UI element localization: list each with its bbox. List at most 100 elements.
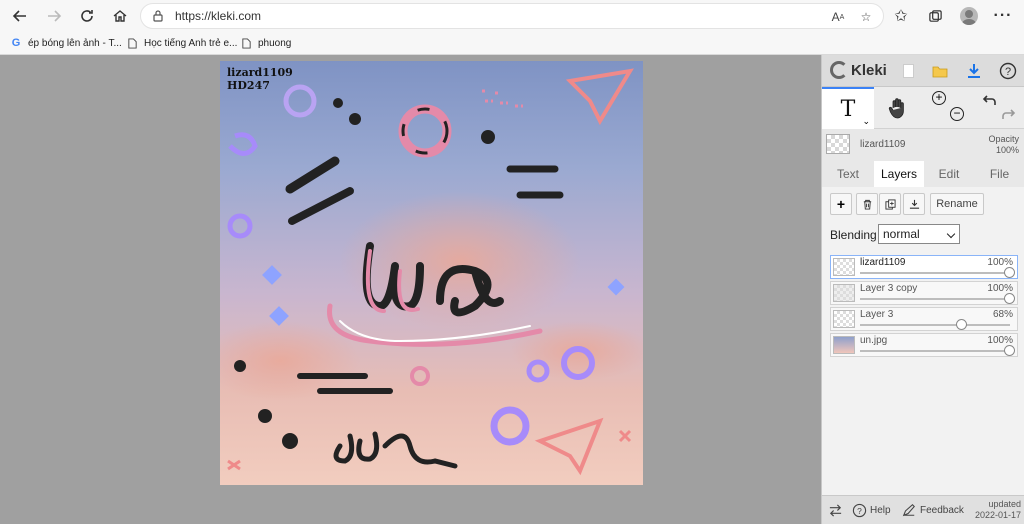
page-icon bbox=[126, 37, 138, 49]
sidebar-footer: ? Help Feedback updated 2022-01-17 bbox=[822, 495, 1024, 524]
question-icon: ? bbox=[999, 62, 1017, 80]
lock-icon bbox=[153, 10, 163, 22]
tab-layers[interactable]: Layers bbox=[874, 161, 924, 187]
duplicate-layer-button[interactable] bbox=[879, 193, 901, 215]
updated-info: updated 2022-01-17 bbox=[975, 499, 1021, 521]
back-button[interactable] bbox=[8, 4, 32, 28]
merge-layer-button[interactable] bbox=[903, 193, 925, 215]
zoom-in-icon[interactable]: + bbox=[932, 91, 946, 105]
favorites-icon: ✩ bbox=[894, 8, 908, 25]
favorites-button[interactable]: ✩ bbox=[890, 5, 912, 27]
plus-icon: + bbox=[836, 196, 846, 212]
merge-down-icon bbox=[909, 199, 919, 209]
layer-item[interactable]: Layer 3 68% bbox=[830, 307, 1018, 331]
svg-text:?: ? bbox=[857, 506, 862, 516]
forward-button[interactable] bbox=[42, 4, 66, 28]
help-link[interactable]: ? Help bbox=[852, 503, 891, 518]
folder-icon bbox=[932, 66, 948, 78]
redo-icon[interactable] bbox=[1000, 107, 1016, 123]
arrow-left-icon bbox=[12, 10, 26, 22]
layer-thumbnail bbox=[833, 310, 855, 328]
artwork bbox=[220, 68, 643, 476]
help-button[interactable]: ? bbox=[998, 61, 1018, 81]
bookmark-item[interactable]: G ép bóng lên ảnh - T... bbox=[10, 35, 122, 51]
google-icon: G bbox=[11, 37, 21, 49]
browser-chrome: https://kleki.com AA ☆ ✩ ··· G ép bóng l… bbox=[0, 0, 1024, 55]
blending-select[interactable]: normal bbox=[878, 224, 960, 244]
read-aloud-icon[interactable]: AA bbox=[829, 8, 847, 26]
bookmark-label: Học tiếng Anh trẻ e... bbox=[144, 37, 238, 49]
save-button[interactable] bbox=[964, 61, 984, 81]
artwork-watermark-line2: HD247 bbox=[227, 79, 270, 92]
refresh-button[interactable] bbox=[75, 4, 99, 28]
bookmark-item[interactable]: phuong bbox=[240, 35, 291, 51]
hand-icon bbox=[888, 98, 904, 119]
opacity-label: Opacity bbox=[988, 134, 1019, 144]
trash-icon bbox=[863, 199, 871, 210]
layer-opacity-handle[interactable] bbox=[1004, 267, 1015, 278]
layer-thumbnail bbox=[833, 284, 855, 302]
layer-item[interactable]: un.jpg 100% bbox=[830, 333, 1018, 357]
tab-file[interactable]: File bbox=[974, 161, 1024, 187]
layer-name: un.jpg bbox=[860, 335, 888, 346]
undo-icon[interactable] bbox=[982, 93, 998, 109]
duplicate-icon bbox=[884, 198, 896, 210]
home-button[interactable] bbox=[108, 4, 132, 28]
delete-layer-button[interactable] bbox=[856, 193, 878, 215]
layer-opacity-handle[interactable] bbox=[1004, 345, 1015, 356]
current-layer-name: lizard1109 bbox=[860, 139, 906, 150]
add-favorite-icon[interactable]: ☆ bbox=[857, 8, 875, 26]
tab-edit[interactable]: Edit bbox=[924, 161, 974, 187]
opacity-value: 100% bbox=[995, 145, 1019, 155]
layer-opacity-handle[interactable] bbox=[956, 319, 967, 330]
layer-opacity-slider[interactable] bbox=[860, 272, 1010, 274]
new-image-button[interactable] bbox=[898, 61, 918, 81]
hand-tool-button[interactable] bbox=[878, 87, 918, 129]
address-bar[interactable]: https://kleki.com AA ☆ bbox=[140, 3, 884, 29]
updated-date: 2022-01-17 bbox=[974, 510, 1021, 520]
blending-label: Blending bbox=[830, 228, 877, 242]
feedback-icon bbox=[902, 504, 915, 517]
layer-name: Layer 3 bbox=[860, 309, 894, 320]
rename-layer-button[interactable]: Rename bbox=[930, 193, 984, 215]
browser-toolbar: https://kleki.com AA ☆ ✩ ··· bbox=[0, 0, 1024, 32]
bookmark-label: phuong bbox=[258, 37, 292, 49]
profile-button[interactable] bbox=[958, 5, 980, 27]
avatar bbox=[960, 7, 978, 25]
zoom-out-icon[interactable]: − bbox=[950, 107, 964, 121]
canvas-workspace[interactable]: lizard1109 HD247 bbox=[0, 55, 821, 524]
text-tool-icon: T bbox=[840, 96, 856, 122]
kleki-logo[interactable]: Kleki bbox=[830, 61, 887, 79]
layer-opacity-slider[interactable] bbox=[860, 298, 1010, 300]
url-text[interactable]: https://kleki.com bbox=[175, 9, 261, 23]
kleki-logo-icon bbox=[830, 61, 848, 79]
layer-thumbnail bbox=[833, 336, 855, 354]
layer-item[interactable]: lizard1109 100% bbox=[830, 255, 1018, 279]
feedback-link[interactable]: Feedback bbox=[902, 503, 964, 517]
layer-opacity: 68% bbox=[992, 309, 1013, 320]
layer-opacity-slider[interactable] bbox=[860, 324, 1010, 326]
more-menu-button[interactable]: ··· bbox=[992, 5, 1014, 27]
add-layer-button[interactable]: + bbox=[830, 193, 852, 215]
drawing-canvas[interactable]: lizard1109 HD247 bbox=[220, 61, 643, 485]
open-file-button[interactable] bbox=[930, 61, 950, 81]
bookmark-item[interactable]: Học tiếng Anh trẻ e... bbox=[126, 35, 237, 51]
bookmark-label: ép bóng lên ảnh - T... bbox=[28, 37, 122, 49]
more-icon: ··· bbox=[993, 7, 1013, 24]
layers-panel: + Rename Blending normal lizard1109 100%… bbox=[822, 187, 1024, 495]
layer-opacity-handle[interactable] bbox=[1004, 293, 1015, 304]
layer-thumbnail bbox=[833, 258, 855, 276]
refresh-icon bbox=[81, 10, 93, 22]
swap-sides-button[interactable] bbox=[828, 503, 843, 518]
layer-opacity-slider[interactable] bbox=[860, 350, 1010, 352]
layer-item[interactable]: Layer 3 copy 100% bbox=[830, 281, 1018, 305]
undo-redo-buttons bbox=[976, 87, 1020, 129]
current-layer-opacity: Opacity 100% bbox=[988, 134, 1019, 156]
collections-button[interactable] bbox=[924, 5, 946, 27]
chevron-down-icon[interactable]: ⌄ bbox=[862, 116, 870, 127]
feedback-label: Feedback bbox=[920, 504, 964, 516]
bookmarks-bar: G ép bóng lên ảnh - T... Học tiếng Anh t… bbox=[0, 32, 1024, 54]
updated-label: updated bbox=[988, 499, 1021, 509]
tab-text[interactable]: Text bbox=[822, 161, 874, 187]
text-tool-button[interactable]: T ⌄ bbox=[822, 87, 874, 129]
